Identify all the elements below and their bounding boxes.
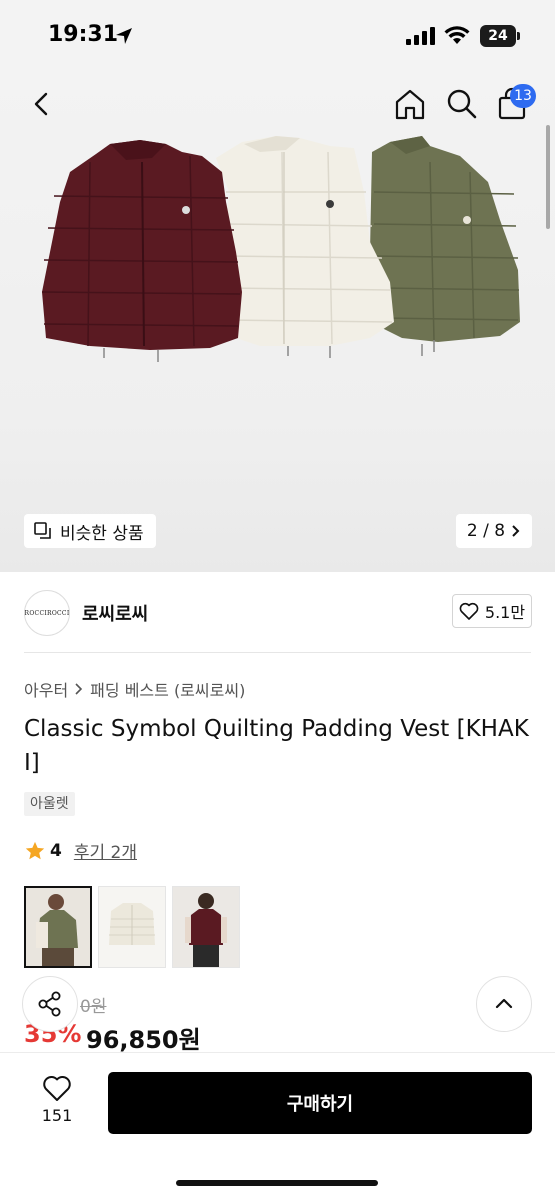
cart-count-badge: 13 — [510, 84, 536, 108]
scroll-to-top-button[interactable] — [476, 976, 532, 1032]
rating-row: 4 후기 2개 — [24, 838, 137, 863]
chevron-up-icon — [495, 998, 513, 1009]
breadcrumb-category[interactable]: 아우터 — [24, 677, 68, 701]
back-icon[interactable] — [26, 88, 58, 120]
heart-icon — [459, 602, 479, 620]
ivory-vest — [216, 136, 394, 358]
thumbnail-strip — [24, 886, 240, 968]
thumbnail-khaki-model[interactable] — [24, 886, 92, 968]
divider — [24, 652, 531, 653]
sale-price: 96,850원 — [86, 1026, 201, 1054]
home-indicator — [176, 1180, 378, 1186]
thumbnail-ivory-vest[interactable] — [98, 886, 166, 968]
buy-button[interactable]: 구매하기 — [108, 1072, 532, 1134]
heart-icon — [43, 1075, 71, 1101]
similar-items-icon — [34, 522, 51, 539]
breadcrumb-subcategory[interactable]: 패딩 베스트 (로씨로씨) — [90, 677, 245, 701]
similar-products-button[interactable]: 비슷한 상품 — [24, 514, 156, 548]
shop-logo[interactable]: ROCCIROCCI — [24, 590, 70, 636]
wifi-icon — [444, 26, 470, 44]
burgundy-vest — [41, 140, 242, 362]
shop-row: ROCCIROCCI 로씨로씨 5.1만 — [24, 590, 532, 636]
similar-products-label: 비슷한 상품 — [60, 523, 144, 544]
home-icon[interactable] — [392, 86, 428, 122]
shop-name[interactable]: 로씨로씨 — [82, 600, 148, 626]
shop-like-count: 5.1만 — [484, 603, 526, 622]
share-button[interactable] — [22, 976, 78, 1032]
reviews-link[interactable]: 후기 2개 — [74, 838, 137, 863]
status-bar: 19:31 24 — [0, 0, 555, 72]
battery-tip — [517, 32, 520, 40]
search-icon[interactable] — [444, 86, 480, 122]
chevron-right-icon — [75, 683, 83, 695]
rating-score: 4 — [50, 840, 62, 861]
scrollbar[interactable] — [546, 125, 550, 229]
thumbnail-burgundy-model[interactable] — [172, 886, 240, 968]
shop-like-button[interactable]: 5.1만 — [452, 594, 532, 628]
wishlist-button[interactable]: 151 — [30, 1074, 84, 1132]
battery-indicator: 24 — [480, 25, 516, 47]
gallery-page-counter[interactable]: 2 / 8 — [456, 514, 532, 548]
share-icon — [38, 991, 61, 1017]
location-arrow-icon — [116, 28, 132, 44]
original-price: 0원 — [80, 997, 107, 1017]
breadcrumb: 아우터 패딩 베스트 (로씨로씨) — [24, 677, 245, 701]
product-image-vests[interactable] — [30, 132, 530, 372]
cellular-signal-icon — [406, 27, 435, 45]
chevron-right-icon — [512, 525, 520, 537]
outlet-tag: 아울렛 — [24, 792, 75, 816]
wishlist-count: 151 — [41, 1106, 73, 1125]
gallery-counter-text: 2 / 8 — [466, 521, 506, 541]
status-time: 19:31 — [48, 22, 119, 47]
product-title: Classic Symbol Quilting Padding Vest [KH… — [24, 716, 529, 776]
star-icon — [25, 841, 45, 859]
